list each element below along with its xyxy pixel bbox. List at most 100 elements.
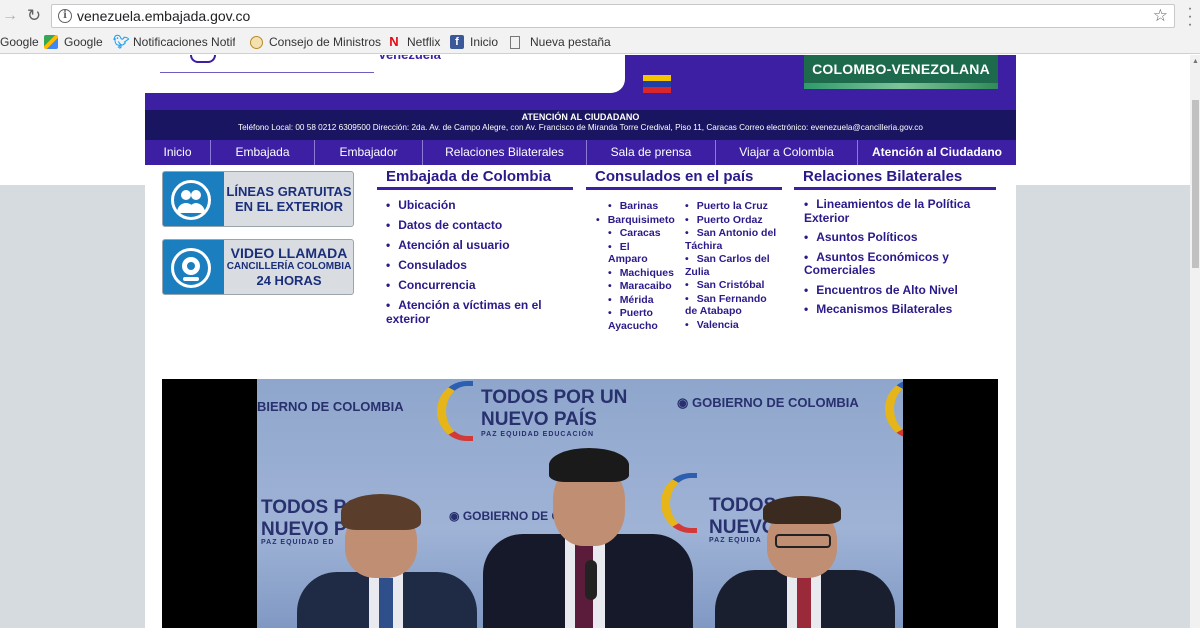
bookmark-star-icon[interactable]: ☆ bbox=[1153, 6, 1168, 26]
video-frame: BIERNO DE COLOMBIA TODOS POR UN NUEVO PA… bbox=[257, 379, 903, 628]
link-puerto-ayacucho[interactable]: Puerto Ayacucho bbox=[596, 307, 668, 332]
link-el-amparo[interactable]: El Amparo bbox=[596, 241, 668, 266]
video-slogan-1-line1: TODOS POR UN bbox=[481, 387, 628, 408]
scroll-up-icon[interactable]: ▲ bbox=[1192, 58, 1199, 65]
consulado-label: Valencia bbox=[696, 318, 739, 331]
link-atencion-al-usuario[interactable]: Atención al usuario bbox=[386, 238, 564, 252]
address-bar[interactable]: i venezuela.embajada.gov.co ☆ bbox=[51, 4, 1175, 28]
link-puerto-ordaz[interactable]: Puerto Ordaz bbox=[673, 214, 779, 227]
header-divider bbox=[160, 72, 374, 73]
link-consulados[interactable]: Consulados bbox=[386, 258, 564, 272]
bookmark-label: Notificaciones Notific bbox=[133, 35, 235, 49]
scrollbar-thumb[interactable] bbox=[1192, 100, 1199, 268]
menu-item-inicio[interactable]: Inicio bbox=[145, 140, 211, 165]
link-san-antonio-del-tachira[interactable]: San Antonio del Táchira bbox=[673, 227, 779, 252]
link-encuentros-alto-nivel[interactable]: Encuentros de Alto Nivel bbox=[804, 283, 990, 298]
twitter-icon: 🐦︎ bbox=[113, 34, 130, 49]
link-puerto-la-cruz[interactable]: Puerto la Cruz bbox=[673, 200, 779, 213]
binational-banner[interactable]: COLOMBO-VENEZOLANA bbox=[804, 55, 998, 89]
banner-text: COLOMBO-VENEZOLANA bbox=[812, 61, 990, 77]
link-asuntos-economicos[interactable]: Asuntos Económicos y Comerciales bbox=[804, 250, 990, 278]
bookmark-notificaciones[interactable]: 🐦︎ Notificaciones Notific bbox=[113, 34, 235, 50]
press-conference-video[interactable]: BIERNO DE COLOMBIA TODOS POR UN NUEVO PA… bbox=[162, 379, 998, 628]
link-san-fernando-de-atabapo[interactable]: San Fernando de Atabapo bbox=[673, 293, 779, 318]
video-call-line3: 24 HORAS bbox=[256, 273, 322, 288]
bookmark-google-1[interactable]: Google bbox=[0, 35, 39, 49]
microphone-icon bbox=[585, 560, 597, 600]
speaker-center bbox=[483, 448, 693, 628]
seal-icon bbox=[250, 35, 263, 49]
banner-strip bbox=[804, 83, 998, 89]
free-lines-abroad-button[interactable]: LÍNEAS GRATUITAS EN EL EXTERIOR bbox=[162, 171, 354, 227]
consulado-label: Machiques bbox=[619, 266, 674, 279]
bookmark-label: Netflix bbox=[407, 35, 441, 49]
video-call-text: VIDEO LLAMADA CANCILLERÍA COLOMBIA 24 HO… bbox=[225, 246, 353, 289]
info-icon[interactable]: i bbox=[58, 9, 72, 23]
menu-item-viajar-a-colombia[interactable]: Viajar a Colombia bbox=[716, 140, 858, 165]
video-gobierno-text-1: BIERNO DE COLOMBIA bbox=[257, 399, 404, 414]
free-lines-text: LÍNEAS GRATUITAS EN EL EXTERIOR bbox=[225, 184, 353, 214]
link-valencia[interactable]: Valencia bbox=[673, 319, 779, 332]
consulado-label: Puerto Ordaz bbox=[696, 213, 763, 226]
consulado-label: San Fernando de Atabapo bbox=[685, 292, 767, 318]
bookmark-label: Inicio bbox=[470, 35, 499, 49]
free-lines-line1: LÍNEAS GRATUITAS bbox=[226, 184, 352, 199]
consulado-label: Mérida bbox=[619, 293, 654, 306]
menu-item-embajador[interactable]: Embajador bbox=[315, 140, 423, 165]
relaciones-links: Lineamientos de la Política Exterior Asu… bbox=[804, 197, 990, 323]
consulado-label: Puerto Ayacucho bbox=[608, 307, 658, 332]
embassy-logo-icon[interactable] bbox=[190, 55, 216, 63]
video-call-line2: CANCILLERÍA COLOMBIA bbox=[226, 261, 352, 272]
link-machiques[interactable]: Machiques bbox=[596, 267, 674, 280]
link-datos-de-contacto[interactable]: Datos de contacto bbox=[386, 218, 564, 232]
embajada-links: Ubicación Datos de contacto Atención al … bbox=[386, 198, 564, 332]
link-atencion-a-victimas[interactable]: Atención a víctimas en el exterior bbox=[386, 298, 564, 326]
bookmark-netflix[interactable]: N Netflix bbox=[387, 35, 441, 50]
back-arrow-icon[interactable]: → bbox=[0, 6, 20, 26]
speaker-center-hair bbox=[549, 448, 629, 482]
menu-item-atencion-al-ciudadano[interactable]: Atención al Ciudadano bbox=[858, 140, 1016, 165]
bookmark-label: Google bbox=[0, 35, 39, 49]
people-icon bbox=[171, 180, 211, 220]
maps-icon bbox=[44, 35, 58, 49]
link-san-carlos-del-zulia[interactable]: San Carlos del Zulia bbox=[673, 253, 779, 278]
link-lineamientos[interactable]: Lineamientos de la Política Exterior bbox=[804, 197, 990, 225]
consulados-heading: Consulados en el país bbox=[586, 168, 782, 190]
speaker-right-tie bbox=[797, 576, 811, 628]
bookmark-nueva-pestana[interactable]: Nueva pestaña bbox=[510, 35, 611, 49]
link-maracaibo[interactable]: Maracaibo bbox=[596, 280, 672, 293]
link-caracas[interactable]: Caracas bbox=[596, 227, 668, 240]
consulado-label: Caracas bbox=[619, 227, 661, 239]
free-lines-line2: EN EL EXTERIOR bbox=[234, 199, 344, 214]
header-subtitle: Venezuela bbox=[378, 55, 441, 61]
video-call-button[interactable]: VIDEO LLAMADA CANCILLERÍA COLOMBIA 24 HO… bbox=[162, 239, 354, 295]
link-merida[interactable]: Mérida bbox=[596, 294, 668, 307]
link-mecanismos-bilaterales[interactable]: Mecanismos Bilaterales bbox=[804, 302, 990, 317]
video-tagline-1: PAZ EQUIDAD EDUCACIÓN bbox=[481, 431, 595, 438]
reload-icon[interactable]: ↻ bbox=[24, 6, 44, 26]
bookmark-inicio[interactable]: f Inicio bbox=[450, 35, 498, 49]
campaign-logo-icon bbox=[437, 381, 473, 441]
bookmark-consejo[interactable]: Consejo de Ministros bbox=[250, 35, 381, 49]
link-concurrencia[interactable]: Concurrencia bbox=[386, 278, 564, 292]
consulado-label: Barquisimeto bbox=[607, 213, 675, 226]
menu-item-embajada[interactable]: Embajada bbox=[211, 140, 315, 165]
consulado-label: Puerto la Cruz bbox=[696, 200, 768, 212]
url-text[interactable]: venezuela.embajada.gov.co bbox=[77, 8, 250, 24]
page-icon bbox=[510, 35, 520, 49]
link-asuntos-politicos[interactable]: Asuntos Políticos bbox=[804, 230, 990, 245]
speaker-left bbox=[297, 478, 477, 628]
video-slogan-1: TODOS POR UN NUEVO PAÍS bbox=[481, 387, 627, 431]
campaign-logo-icon bbox=[885, 379, 903, 439]
bookmark-google-2[interactable]: Google bbox=[44, 35, 103, 49]
browser-menu-icon[interactable]: · · · bbox=[1186, 1, 1194, 33]
link-barinas[interactable]: Barinas bbox=[596, 200, 668, 213]
browser-toolbar: → ↻ i venezuela.embajada.gov.co ☆ · · · bbox=[0, 0, 1200, 33]
menu-item-relaciones-bilaterales[interactable]: Relaciones Bilaterales bbox=[423, 140, 587, 165]
consulados-links-right: Puerto la Cruz Puerto Ordaz San Antonio … bbox=[673, 200, 779, 332]
link-barquisimeto[interactable]: Barquisimeto bbox=[596, 214, 675, 227]
menu-item-sala-de-prensa[interactable]: Sala de prensa bbox=[587, 140, 716, 165]
link-san-cristobal[interactable]: San Cristóbal bbox=[673, 279, 779, 292]
speaker-right-hair bbox=[763, 496, 841, 524]
link-ubicacion[interactable]: Ubicación bbox=[386, 198, 564, 212]
